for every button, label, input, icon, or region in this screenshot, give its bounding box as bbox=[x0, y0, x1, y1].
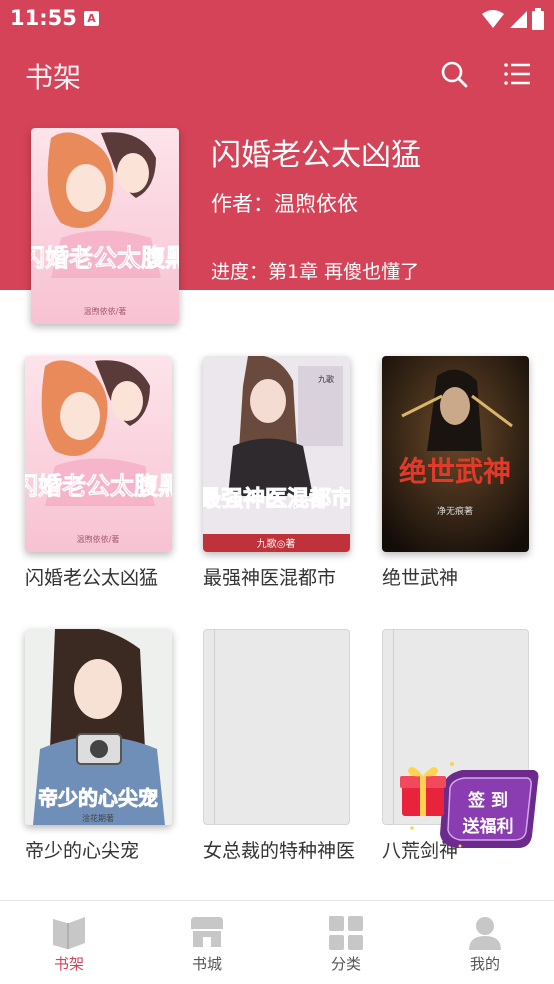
book-cover-placeholder[interactable] bbox=[203, 629, 350, 825]
search-icon[interactable] bbox=[440, 60, 468, 88]
nav-label: 我的 bbox=[469, 955, 500, 973]
book-title[interactable]: 女总裁的特种神医 bbox=[203, 836, 355, 863]
cover-text: 最强神医混都市 bbox=[203, 486, 350, 512]
app-notification-icon: A bbox=[84, 11, 99, 26]
book-title[interactable]: 帝少的心尖宠 bbox=[25, 836, 139, 863]
book-cover[interactable]: 闪婚老公太腹黑 温煦依依/著 bbox=[25, 356, 172, 552]
menu-icon[interactable] bbox=[503, 60, 531, 88]
cover-author: 温煦依依/著 bbox=[77, 534, 120, 544]
bottom-navigation: 书架 书城 分类 我的 bbox=[0, 900, 554, 984]
featured-reading-progress: 进度：第1章 再傻也懂了 bbox=[211, 261, 420, 283]
nav-item-bookshelf[interactable]: 书架 bbox=[0, 901, 138, 984]
featured-book-title[interactable]: 闪婚老公太凶猛 bbox=[211, 130, 421, 174]
book-title[interactable]: 闪婚老公太凶猛 bbox=[25, 563, 158, 590]
book-cover[interactable]: 九歌 最强神医混都市 九歌◎著 bbox=[203, 356, 350, 552]
cover-top-text: 九歌 bbox=[318, 374, 334, 384]
bookstore-icon bbox=[191, 917, 223, 947]
cover-author: 净无痕著 bbox=[437, 505, 473, 517]
featured-cover-author: 温煦依依/著 bbox=[84, 306, 127, 316]
featured-book-author: 作者：温煦依依 bbox=[211, 192, 358, 216]
cover-author: 淦花期著 bbox=[82, 813, 114, 823]
system-icons bbox=[482, 8, 544, 30]
nav-item-category[interactable]: 分类 bbox=[277, 901, 415, 984]
category-icon bbox=[329, 916, 363, 950]
featured-book-cover[interactable]: 闪婚老公太腹黑 温煦依依/著 bbox=[31, 128, 179, 324]
profile-icon bbox=[469, 917, 501, 950]
cover-text: 闪婚老公太腹黑 bbox=[25, 472, 172, 500]
book-cover[interactable]: 帝少的心尖宠 淦花期著 bbox=[25, 629, 172, 825]
nav-item-bookstore[interactable]: 书城 bbox=[138, 901, 276, 984]
signal-icon bbox=[510, 11, 527, 28]
status-time: 11:55 bbox=[10, 6, 77, 30]
book-title[interactable]: 绝世武神 bbox=[382, 563, 458, 590]
cover-author: 九歌◎著 bbox=[257, 537, 296, 550]
cover-text: 绝世武神 bbox=[399, 455, 511, 488]
cover-text: 帝少的心尖宠 bbox=[38, 786, 158, 810]
sign-in-line1: 签 到 bbox=[467, 790, 508, 811]
nav-label: 书城 bbox=[191, 955, 222, 973]
sign-in-line2: 送福利 bbox=[463, 816, 514, 837]
bookshelf-icon bbox=[53, 917, 85, 949]
nav-label: 分类 bbox=[330, 955, 361, 973]
status-bar: 11:55 A bbox=[0, 0, 554, 40]
wifi-icon bbox=[482, 10, 504, 28]
gift-icon bbox=[400, 767, 446, 816]
book-cover[interactable]: 绝世武神 净无痕著 bbox=[382, 356, 529, 552]
book-title[interactable]: 最强神医混都市 bbox=[203, 563, 336, 590]
nav-item-profile[interactable]: 我的 bbox=[416, 901, 554, 984]
battery-icon bbox=[532, 8, 544, 30]
nav-label: 书架 bbox=[53, 955, 84, 973]
sign-in-reward-button[interactable]: 签 到 送福利 bbox=[400, 756, 542, 856]
page-title: 书架 bbox=[25, 61, 82, 94]
featured-cover-text: 闪婚老公太腹黑 bbox=[31, 244, 179, 272]
